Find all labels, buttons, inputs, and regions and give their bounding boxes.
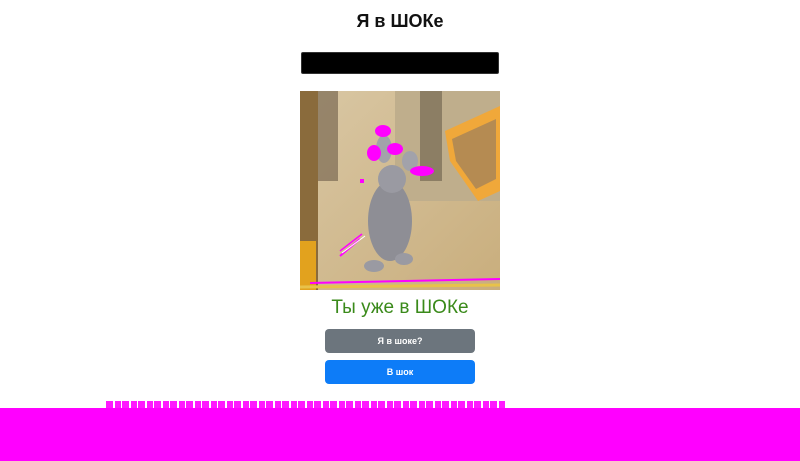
am-i-shocked-button[interactable]: Я в шоке? xyxy=(325,329,475,353)
text-input[interactable] xyxy=(301,52,499,74)
shocked-hamster-image xyxy=(300,91,500,290)
status-text: Ты уже в ШОКе xyxy=(331,297,469,318)
page: Я в ШОКе Ты уже в ШОКе Я в шоке? В шок xyxy=(0,0,800,461)
page-title: Я в ШОКе xyxy=(356,11,444,31)
to-shock-button[interactable]: В шок xyxy=(325,360,475,384)
glitch-artifact-band xyxy=(0,408,800,461)
